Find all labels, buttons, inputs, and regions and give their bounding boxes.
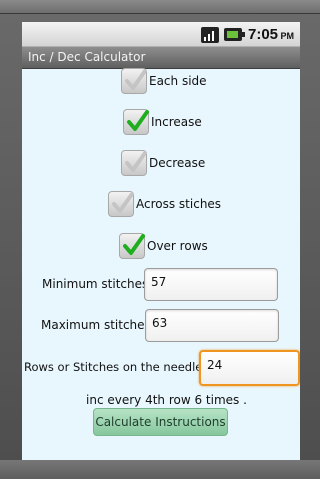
checkbox-label: Increase [151, 115, 202, 129]
checkbox-label: Over rows [147, 239, 208, 253]
checkbox-box[interactable] [119, 233, 145, 259]
min-stitches-label: Minimum stitches [42, 277, 149, 291]
app-title-bar: Inc / Dec Calculator [22, 47, 300, 69]
checkbox-box[interactable] [108, 191, 134, 217]
clock-ampm: PM [280, 31, 295, 41]
checkbox-label: Each side [149, 74, 207, 88]
checkmark-icon [125, 69, 147, 90]
checkbox-decrease[interactable]: Decrease [121, 149, 205, 177]
max-stitches-input[interactable]: 63 [145, 309, 279, 342]
device-top-bezel [0, 0, 320, 14]
max-stitches-label: Maximum stitches [41, 318, 151, 332]
calculate-instructions-button[interactable]: Calculate Instructions [93, 408, 228, 436]
clock-time: 7:05 [248, 26, 279, 43]
device-frame: 7:05 PM Inc / Dec Calculator Each side I… [0, 0, 320, 479]
status-clock: 7:05 PM [248, 26, 294, 43]
checkbox-each-side[interactable]: Each side [121, 67, 207, 95]
signal-icon [201, 27, 219, 43]
status-bar: 7:05 PM [22, 22, 300, 47]
result-text: inc every 4th row 6 times . [86, 393, 247, 407]
checkmark-icon [127, 110, 149, 131]
checkbox-box[interactable] [121, 150, 147, 176]
checkbox-box[interactable] [123, 109, 149, 135]
app-title: Inc / Dec Calculator [28, 50, 146, 64]
checkmark-icon [125, 151, 147, 172]
checkbox-over-rows[interactable]: Over rows [119, 232, 208, 260]
checkmark-icon [112, 192, 134, 213]
battery-icon [224, 28, 245, 41]
device-bottom-bezel [0, 460, 320, 479]
checkbox-box[interactable] [121, 68, 147, 94]
min-stitches-input[interactable]: 57 [144, 268, 278, 301]
checkmark-icon [123, 234, 145, 255]
checkbox-increase[interactable]: Increase [123, 108, 202, 136]
needle-label: Rows or Stitches on the needle [24, 360, 203, 374]
checkbox-label: Decrease [149, 156, 206, 170]
checkbox-label: Across stiches [136, 197, 222, 211]
app-screen: 7:05 PM Inc / Dec Calculator Each side I… [22, 22, 300, 460]
checkbox-across-stiches[interactable]: Across stiches [108, 190, 221, 218]
needle-input[interactable]: 24 [199, 350, 300, 386]
